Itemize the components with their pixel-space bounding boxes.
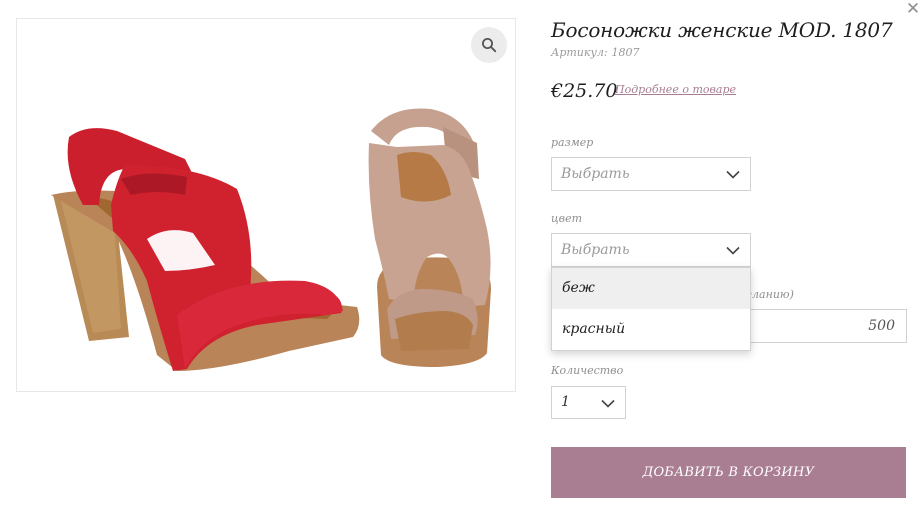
product-title: Босоножки женские MOD. 1807 (551, 18, 893, 42)
product-sku: Артикул: 1807 (551, 46, 640, 59)
product-image (16, 18, 516, 392)
size-select-value: Выбрать (561, 166, 630, 182)
extra-input[interactable]: 500 (745, 309, 907, 343)
zoom-button[interactable] (471, 27, 507, 63)
chevron-down-icon (601, 399, 615, 408)
search-icon (482, 38, 497, 53)
chevron-down-icon (726, 246, 740, 255)
color-option-red[interactable]: красный (552, 309, 750, 350)
color-label: цвет (551, 212, 583, 225)
product-price: €25.70 (551, 80, 618, 102)
size-label: размер (551, 136, 594, 149)
color-select-value: Выбрать (561, 242, 630, 258)
color-select[interactable]: Выбрать (551, 233, 751, 267)
add-to-cart-button[interactable]: ДОБАВИТЬ В КОРЗИНУ (551, 447, 906, 498)
details-link[interactable]: Подробнее о товаре (615, 83, 736, 96)
beige-sandal (368, 108, 491, 367)
color-dropdown: беж красный (551, 267, 751, 351)
sku-value: 1807 (611, 46, 640, 59)
size-select[interactable]: Выбрать (551, 157, 751, 191)
product-photo (51, 108, 491, 371)
quantity-select[interactable]: 1 (551, 386, 626, 419)
close-icon[interactable]: ✕ (904, 0, 922, 18)
quantity-value: 1 (561, 394, 570, 410)
red-sandal (51, 128, 360, 371)
quantity-label: Количество (551, 364, 624, 377)
sku-label: Артикул: (551, 46, 608, 59)
color-option-beige[interactable]: беж (552, 268, 750, 309)
chevron-down-icon (726, 170, 740, 179)
extra-input-value: 500 (868, 318, 895, 334)
